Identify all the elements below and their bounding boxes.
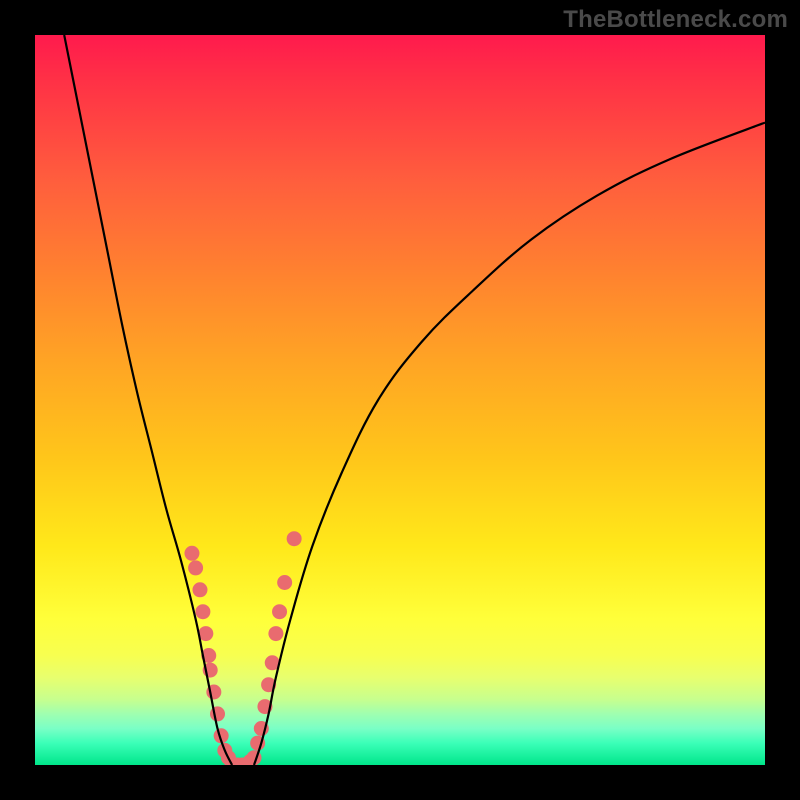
scatter-dot <box>192 582 207 597</box>
scatter-dot <box>184 546 199 561</box>
curve-right <box>254 123 765 765</box>
scatter-dot <box>272 604 287 619</box>
scatter-dot <box>277 575 292 590</box>
chart-frame: TheBottleneck.com <box>0 0 800 800</box>
curve-layer <box>35 35 765 765</box>
scatter-dot <box>195 604 210 619</box>
plot-area <box>35 35 765 765</box>
scatter-dot <box>287 531 302 546</box>
scatter-dot <box>268 626 283 641</box>
scatter-dot <box>188 560 203 575</box>
watermark-text: TheBottleneck.com <box>563 6 788 34</box>
